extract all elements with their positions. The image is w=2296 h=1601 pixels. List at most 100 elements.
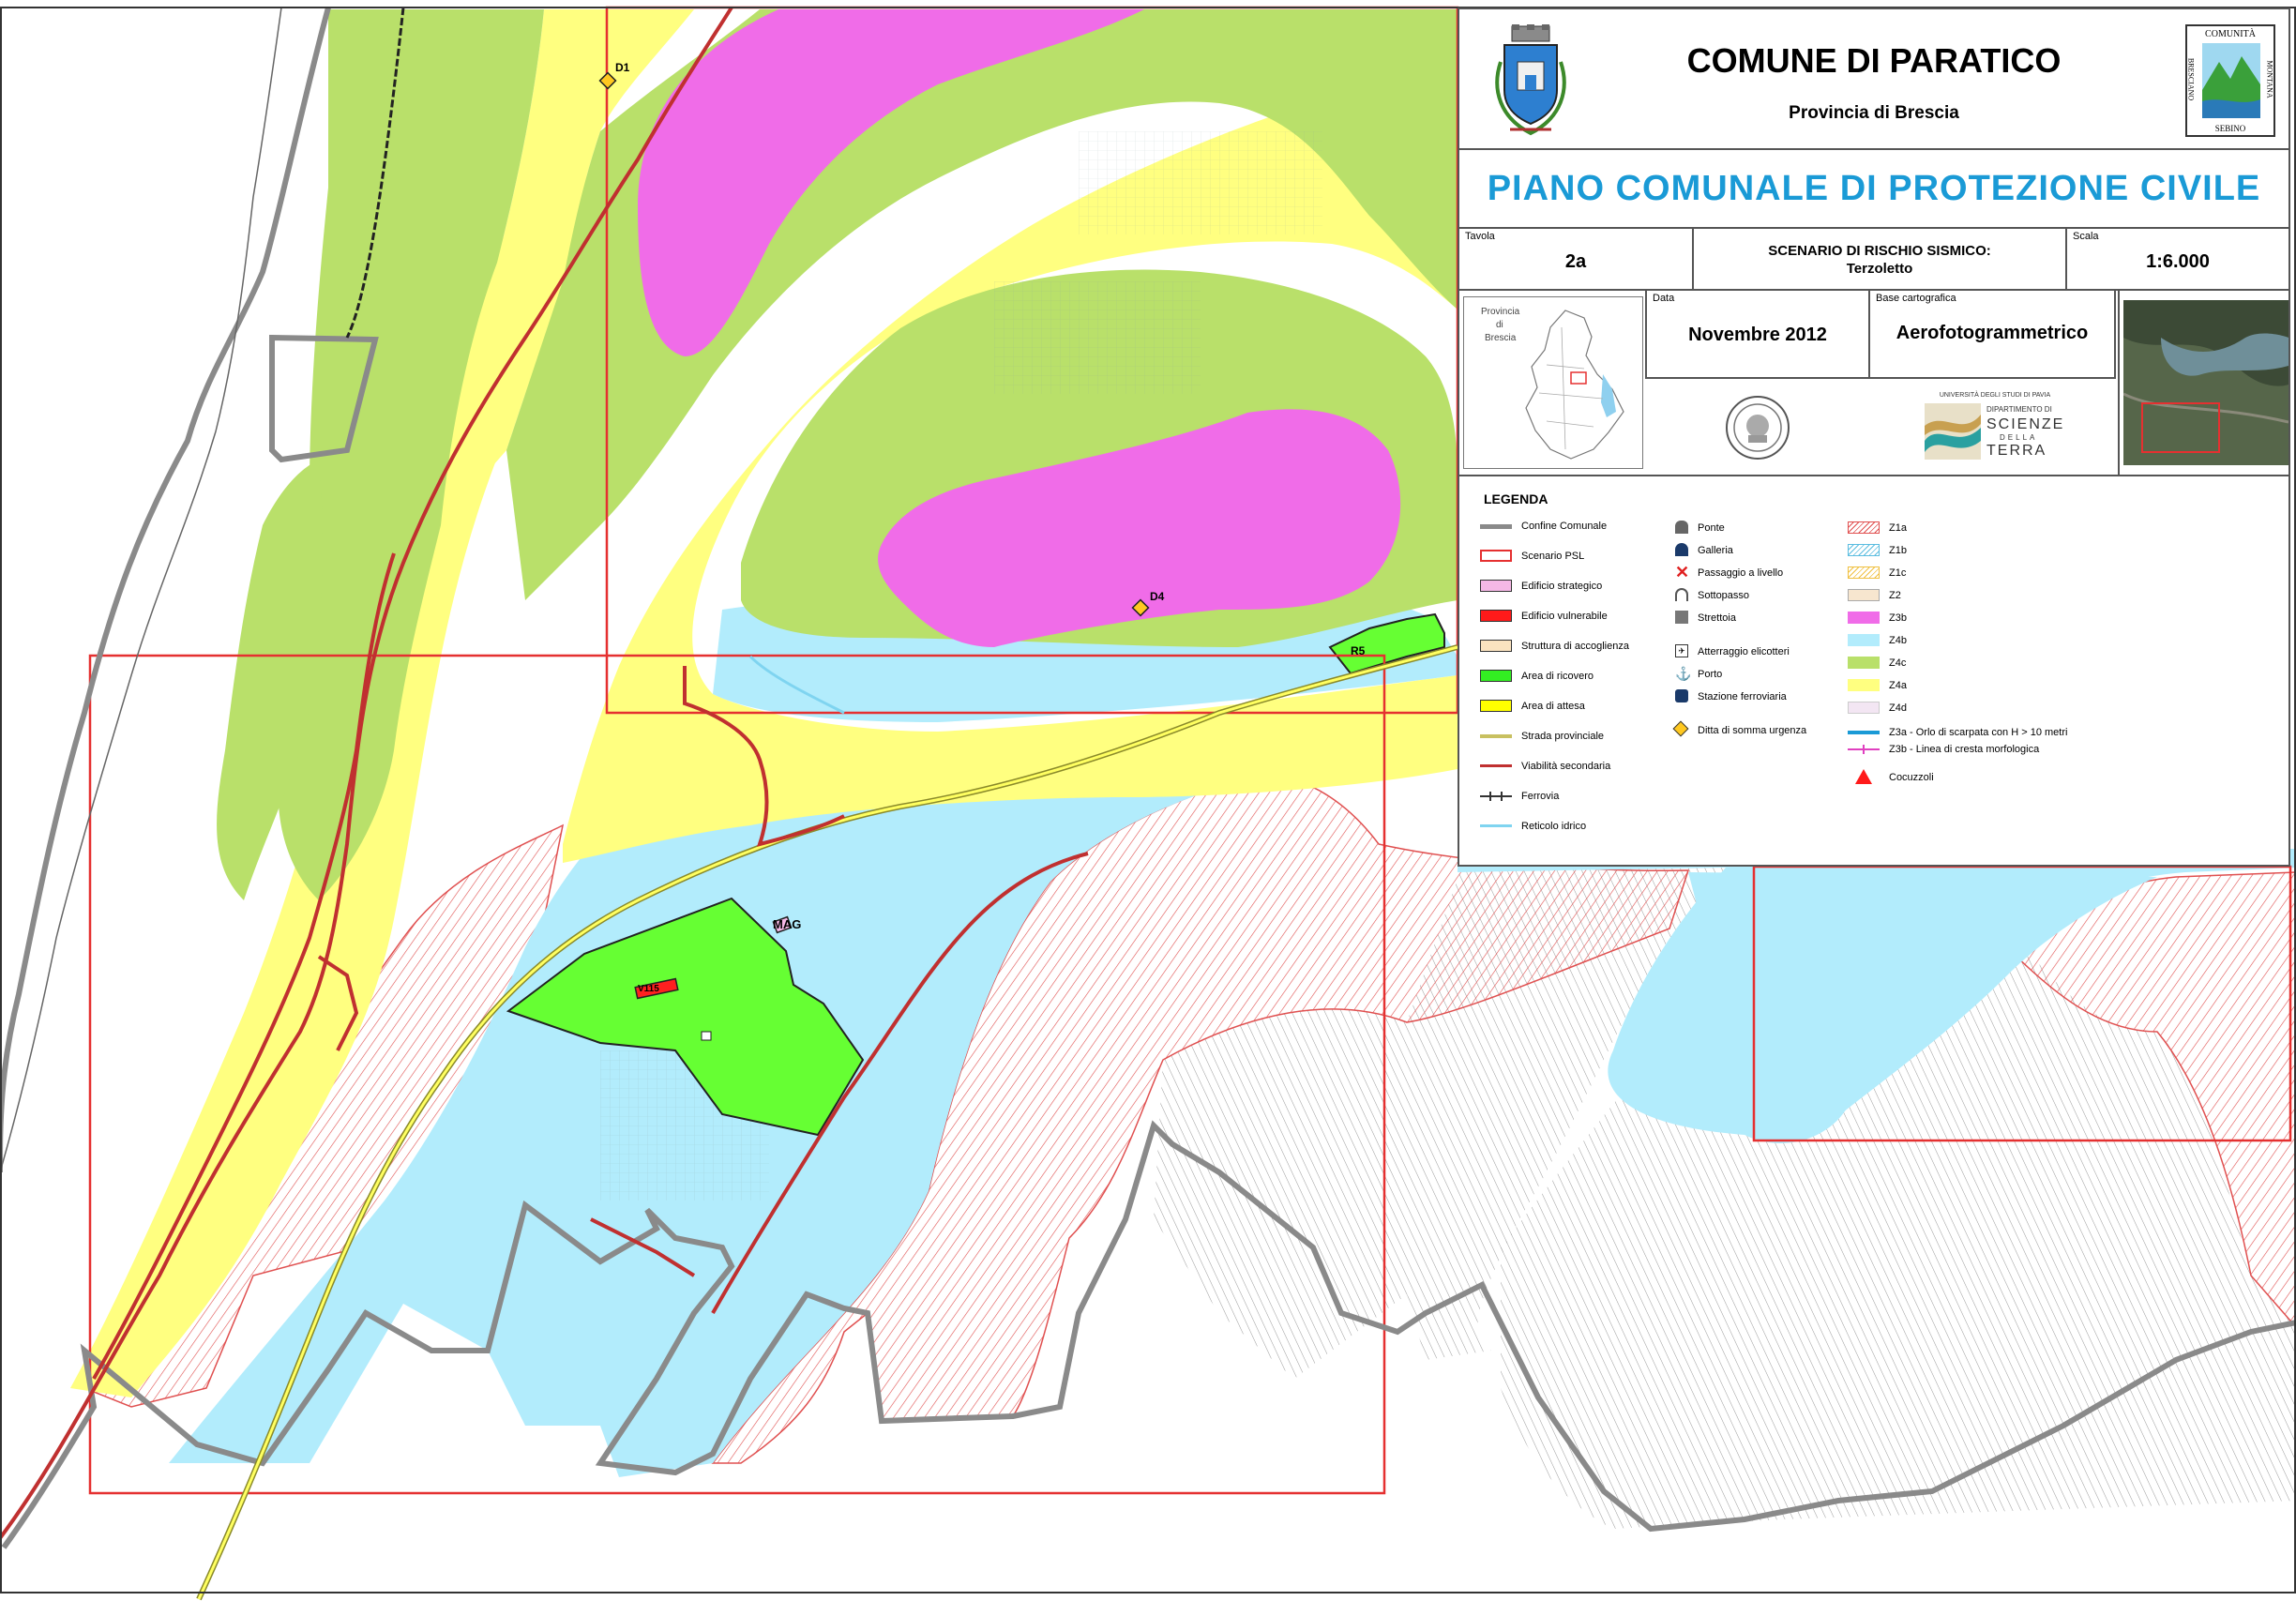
legend-label: Viabilità secondaria — [1521, 761, 1611, 772]
legend-symbol-fill-green — [1480, 670, 1512, 682]
dept-line-4: DELLA — [2000, 433, 2038, 442]
narrowing-icon — [1675, 611, 1688, 624]
legend-symbol-line-gray — [1480, 524, 1512, 529]
scala-value: 1:6.000 — [2146, 251, 2210, 272]
urgent-company-icon — [1672, 720, 1689, 737]
legend-label: Ferrovia — [1521, 791, 1560, 802]
dept-wave-icon — [1925, 403, 1981, 460]
title-block-panel: COMUNE DI PARATICO Provincia di Brescia … — [1458, 8, 2290, 867]
data-cell: Data Novembre 2012 — [1645, 291, 1870, 379]
port-icon: ⚓ — [1675, 666, 1692, 681]
logo-text-left: BRESCIANO — [2186, 57, 2196, 101]
base-cell: Base cartografica Aerofotogrammetrico — [1870, 291, 2116, 379]
base-value: Aerofotogrammetrico — [1896, 323, 2089, 343]
legend-label: Z3b — [1889, 612, 1907, 624]
legend-label: Z4b — [1889, 635, 1907, 646]
legend-symbol-line-rail — [1480, 795, 1512, 797]
helipad-marker[interactable] — [701, 1031, 712, 1041]
legend-symbol-line-z3a — [1848, 731, 1880, 734]
legend-label: Edificio strategico — [1521, 581, 1603, 592]
legend-symbol-rail-ticks — [1489, 792, 1491, 801]
legend-symbol-fill-z2 — [1848, 589, 1880, 601]
legend-label: Z1c — [1889, 567, 1907, 579]
comune-title: COMUNE DI PARATICO — [1686, 41, 2062, 80]
legend-label: Area di attesa — [1521, 701, 1585, 712]
legend-label: Galleria — [1698, 545, 1733, 556]
header-section: COMUNE DI PARATICO Provincia di Brescia … — [1459, 9, 2288, 150]
tunnel-icon — [1675, 543, 1688, 556]
legend-label: Scenario PSL — [1521, 551, 1585, 562]
legend-symbol-fill-z4c — [1848, 657, 1880, 669]
province-inset-map: Provincia di Brescia — [1463, 296, 1643, 469]
legend-label: Ponte — [1698, 522, 1725, 534]
legend-label: Z1a — [1889, 522, 1907, 534]
legend-label: Z1b — [1889, 545, 1907, 556]
logo-text-right: MONTANA — [2265, 60, 2274, 98]
legend-label: Strada provinciale — [1521, 731, 1605, 742]
legend-symbol-z3b-tick — [1863, 745, 1865, 754]
scala-cell: Scala 1:6.000 — [2067, 229, 2288, 289]
legend-label: Z3b - Linea di cresta morfologica — [1889, 744, 2040, 755]
legend-symbol-hatch-orange — [1848, 566, 1880, 579]
cocuzzoli-triangle-icon — [1855, 769, 1872, 784]
dept-logo: UNIVERSITÀ DEGLI STUDI DI PAVIA DIPARTIM… — [1925, 392, 2065, 463]
tavola-cell: Tavola 2a — [1459, 229, 1694, 289]
mountain-logo-icon — [2202, 43, 2260, 118]
urban-grid-1 — [994, 281, 1201, 394]
legend-label: Sottopasso — [1698, 590, 1750, 601]
info-row-2: Provincia di Brescia Data Novembre 2012 … — [1459, 291, 2288, 476]
underpass-icon — [1675, 588, 1688, 601]
tavola-label: Tavola — [1465, 231, 1495, 242]
aerial-inset — [2118, 291, 2292, 475]
legend-symbol-line-darkred — [1480, 764, 1512, 767]
scenario-text: SCENARIO DI RISCHIO SISMICO: Terzoletto — [1694, 242, 2065, 278]
scenario-line-2: Terzoletto — [1846, 261, 1913, 277]
legend-label: Z2 — [1889, 590, 1901, 601]
map-label-vulnerable: V115 — [638, 984, 659, 994]
map-label-d4: D4 — [1150, 590, 1165, 603]
plan-section: PIANO COMUNALE DI PROTEZIONE CIVILE — [1459, 150, 2288, 229]
legend-label: Stazione ferroviaria — [1698, 691, 1787, 702]
legend-title: LEGENDA — [1484, 491, 1548, 506]
aerial-photo-icon — [2123, 300, 2288, 465]
scenario-cell: SCENARIO DI RISCHIO SISMICO: Terzoletto — [1694, 229, 2067, 289]
legend-label: Strettoia — [1698, 612, 1736, 624]
legend-symbol-fill-beige — [1480, 640, 1512, 652]
dept-line-3: SCIENZE — [1986, 416, 2065, 432]
legend-label: Cocuzzoli — [1889, 772, 1934, 783]
legend-symbol-hatch-blue — [1848, 544, 1880, 556]
legend-label: Porto — [1698, 669, 1723, 680]
legend-symbol-fill-z3b — [1848, 612, 1880, 624]
level-crossing-icon: ✕ — [1675, 563, 1690, 581]
bridge-icon — [1675, 521, 1688, 534]
provincia-subtitle: Provincia di Brescia — [1789, 103, 1959, 123]
legend-label: Reticolo idrico — [1521, 821, 1587, 832]
legend-label: Z3a - Orlo di scarpata con H > 10 metri — [1889, 727, 2068, 738]
legend-label: Z4a — [1889, 680, 1907, 691]
map-label-mag: MAG — [773, 917, 801, 931]
map-label-r5: R5 — [1351, 644, 1366, 657]
legend-symbol-rail-ticks-2 — [1501, 792, 1503, 801]
map-label-d1: D1 — [615, 61, 630, 74]
dept-line-1: UNIVERSITÀ DEGLI STUDI DI PAVIA — [1939, 392, 2051, 399]
legend-label: Confine Comunale — [1521, 521, 1608, 532]
province-map-icon — [1525, 310, 1624, 460]
logo-text-bottom: SEBINO — [2214, 124, 2246, 133]
legend-symbol-fill-z4b — [1848, 634, 1880, 646]
legend-symbol-fill-z4a — [1848, 679, 1880, 691]
comunita-montana-logo: COMUNITÀ BRESCIANO MONTANA SEBINO — [2185, 24, 2275, 137]
legend-symbol-line-olive — [1480, 734, 1512, 738]
legend-label: Struttura di accoglienza — [1521, 641, 1629, 652]
legend-label: Passaggio a livello — [1698, 567, 1784, 579]
legend-label: Z4c — [1889, 657, 1907, 669]
university-seal-icon — [1726, 396, 1790, 460]
station-icon — [1675, 689, 1688, 702]
tavola-value: 2a — [1564, 251, 1587, 272]
legend-symbol-line-lightblue — [1480, 824, 1512, 827]
legend-symbol-box-red — [1480, 550, 1512, 562]
scenario-line-1: SCENARIO DI RISCHIO SISMICO: — [1768, 243, 1991, 259]
plan-title: PIANO COMUNALE DI PROTEZIONE CIVILE — [1487, 169, 2261, 208]
logo-text-top: COMUNITÀ — [2205, 29, 2256, 39]
dept-line-5: TERRA — [1986, 443, 2047, 459]
inset-label-3: Brescia — [1485, 333, 1517, 343]
